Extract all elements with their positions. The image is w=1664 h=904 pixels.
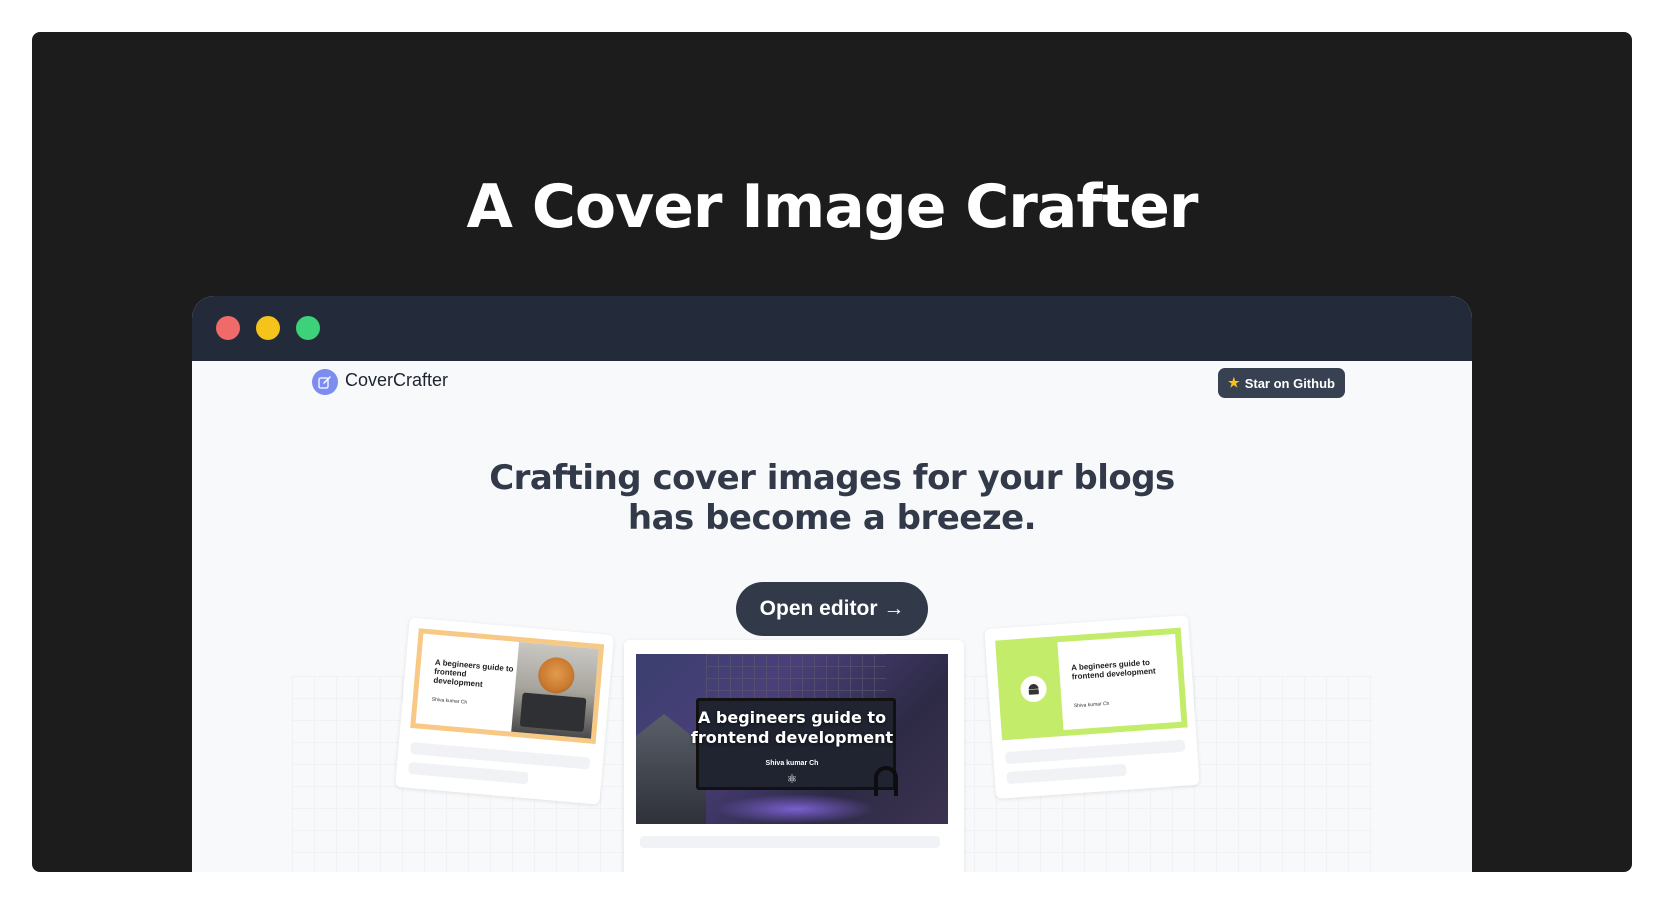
hero-title: Crafting cover images for your blogs has…	[192, 458, 1472, 538]
cover-title: A begineers guide to frontend developmen…	[433, 657, 514, 689]
laptop-image	[519, 692, 587, 732]
cover-photo	[511, 642, 599, 739]
close-dot-icon[interactable]	[216, 316, 240, 340]
skeleton-line	[640, 836, 940, 848]
hero-title-line-1: Crafting cover images for your blogs	[489, 458, 1175, 498]
preview-card-right[interactable]: A begineers guide to frontend developmen…	[984, 615, 1200, 799]
maximize-dot-icon[interactable]	[296, 316, 320, 340]
cover-preview-right: A begineers guide to frontend developmen…	[995, 627, 1188, 741]
cover-author: Shiva kumar Ch	[765, 760, 819, 767]
cover-title: A begineers guide to frontend developmen…	[690, 708, 894, 747]
headphones-image	[874, 766, 898, 796]
edit-icon[interactable]	[312, 369, 338, 395]
skeleton-line	[1006, 763, 1127, 785]
star-on-github-button[interactable]: ★ Star on Github	[1218, 368, 1345, 398]
browser-window: CoverCrafter ★ Star on Github Crafting c…	[192, 296, 1472, 872]
cover-author: Shiva kumar Ch	[431, 696, 468, 706]
dog-image	[536, 655, 576, 695]
cover-preview-center: A begineers guide to frontend developmen…	[636, 654, 948, 824]
preview-card-left[interactable]: A begineers guide to frontend developmen…	[394, 617, 615, 805]
banner-title: A Cover Image Crafter	[466, 172, 1199, 242]
cover-inner: A begineers guide to frontend developmen…	[1057, 634, 1182, 731]
cover-title: A begineers guide to frontend developmen…	[1070, 657, 1156, 682]
cover-inner: A begineers guide to frontend developmen…	[415, 633, 599, 739]
react-icon: ⚛	[786, 772, 798, 786]
skeleton-line	[408, 761, 529, 785]
site-navbar: CoverCrafter ★ Star on Github	[192, 361, 1472, 403]
window-titlebar	[192, 296, 1472, 361]
star-icon: ★	[1228, 375, 1240, 390]
minimize-dot-icon[interactable]	[256, 316, 280, 340]
skeleton-line	[1004, 739, 1186, 765]
pegboard-image	[706, 654, 886, 699]
github-button-label: Star on Github	[1244, 375, 1335, 391]
cover-preview-left: A begineers guide to frontend developmen…	[410, 628, 605, 745]
desk-glow	[716, 794, 876, 824]
preview-card-center[interactable]: A begineers guide to frontend developmen…	[624, 640, 964, 872]
open-editor-button[interactable]: Open editor →	[736, 582, 928, 636]
cover-author: Shiva kumar Ch	[1073, 700, 1110, 710]
banner-frame: A Cover Image Crafter CoverCrafter ★ Sta…	[32, 32, 1632, 872]
brand-name[interactable]: CoverCrafter	[345, 370, 448, 391]
hero-title-line-2: has become a breeze.	[627, 498, 1037, 538]
android-icon	[1019, 675, 1048, 703]
